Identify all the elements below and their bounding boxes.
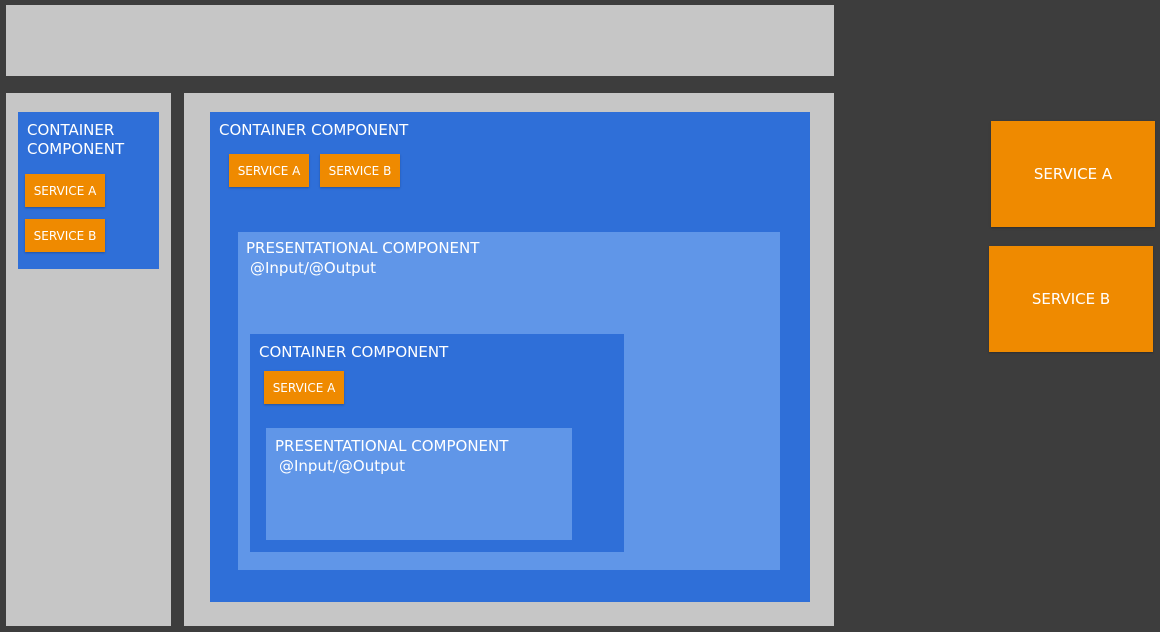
global-service-b: SERVICE B — [989, 246, 1153, 352]
sidebar-service-a: SERVICE A — [25, 174, 105, 207]
main-panel: CONTAINER COMPONENT SERVICE A SERVICE B … — [184, 93, 834, 626]
global-service-a: SERVICE A — [991, 121, 1155, 227]
sidebar-service-b: SERVICE B — [25, 219, 105, 252]
main-container-label: CONTAINER COMPONENT — [219, 121, 409, 139]
main-service-b: SERVICE B — [320, 154, 400, 187]
sidebar-container-label: CONTAINER COMPONENT — [27, 121, 125, 158]
inner-container-label: CONTAINER COMPONENT — [259, 343, 449, 361]
header-panel — [6, 5, 834, 76]
diagram-canvas: CONTAINER COMPONENT SERVICE A SERVICE B … — [0, 0, 1160, 632]
main-container-component: CONTAINER COMPONENT SERVICE A SERVICE B … — [210, 112, 810, 602]
inner-container-component: CONTAINER COMPONENT SERVICE A PRESENTATI… — [250, 334, 624, 552]
sidebar-container-component: CONTAINER COMPONENT SERVICE A SERVICE B — [18, 112, 159, 269]
presentational-component: PRESENTATIONAL COMPONENT @Input/@Output … — [238, 232, 780, 570]
inner-presentational-label: PRESENTATIONAL COMPONENT — [275, 437, 509, 455]
sidebar-panel: CONTAINER COMPONENT SERVICE A SERVICE B — [6, 93, 171, 626]
inner-service-a: SERVICE A — [264, 371, 344, 404]
presentational-label: PRESENTATIONAL COMPONENT — [246, 239, 480, 257]
inner-presentational-io: @Input/@Output — [279, 457, 405, 475]
inner-presentational-component: PRESENTATIONAL COMPONENT @Input/@Output — [266, 428, 572, 540]
main-service-a: SERVICE A — [229, 154, 309, 187]
presentational-io: @Input/@Output — [250, 259, 376, 277]
